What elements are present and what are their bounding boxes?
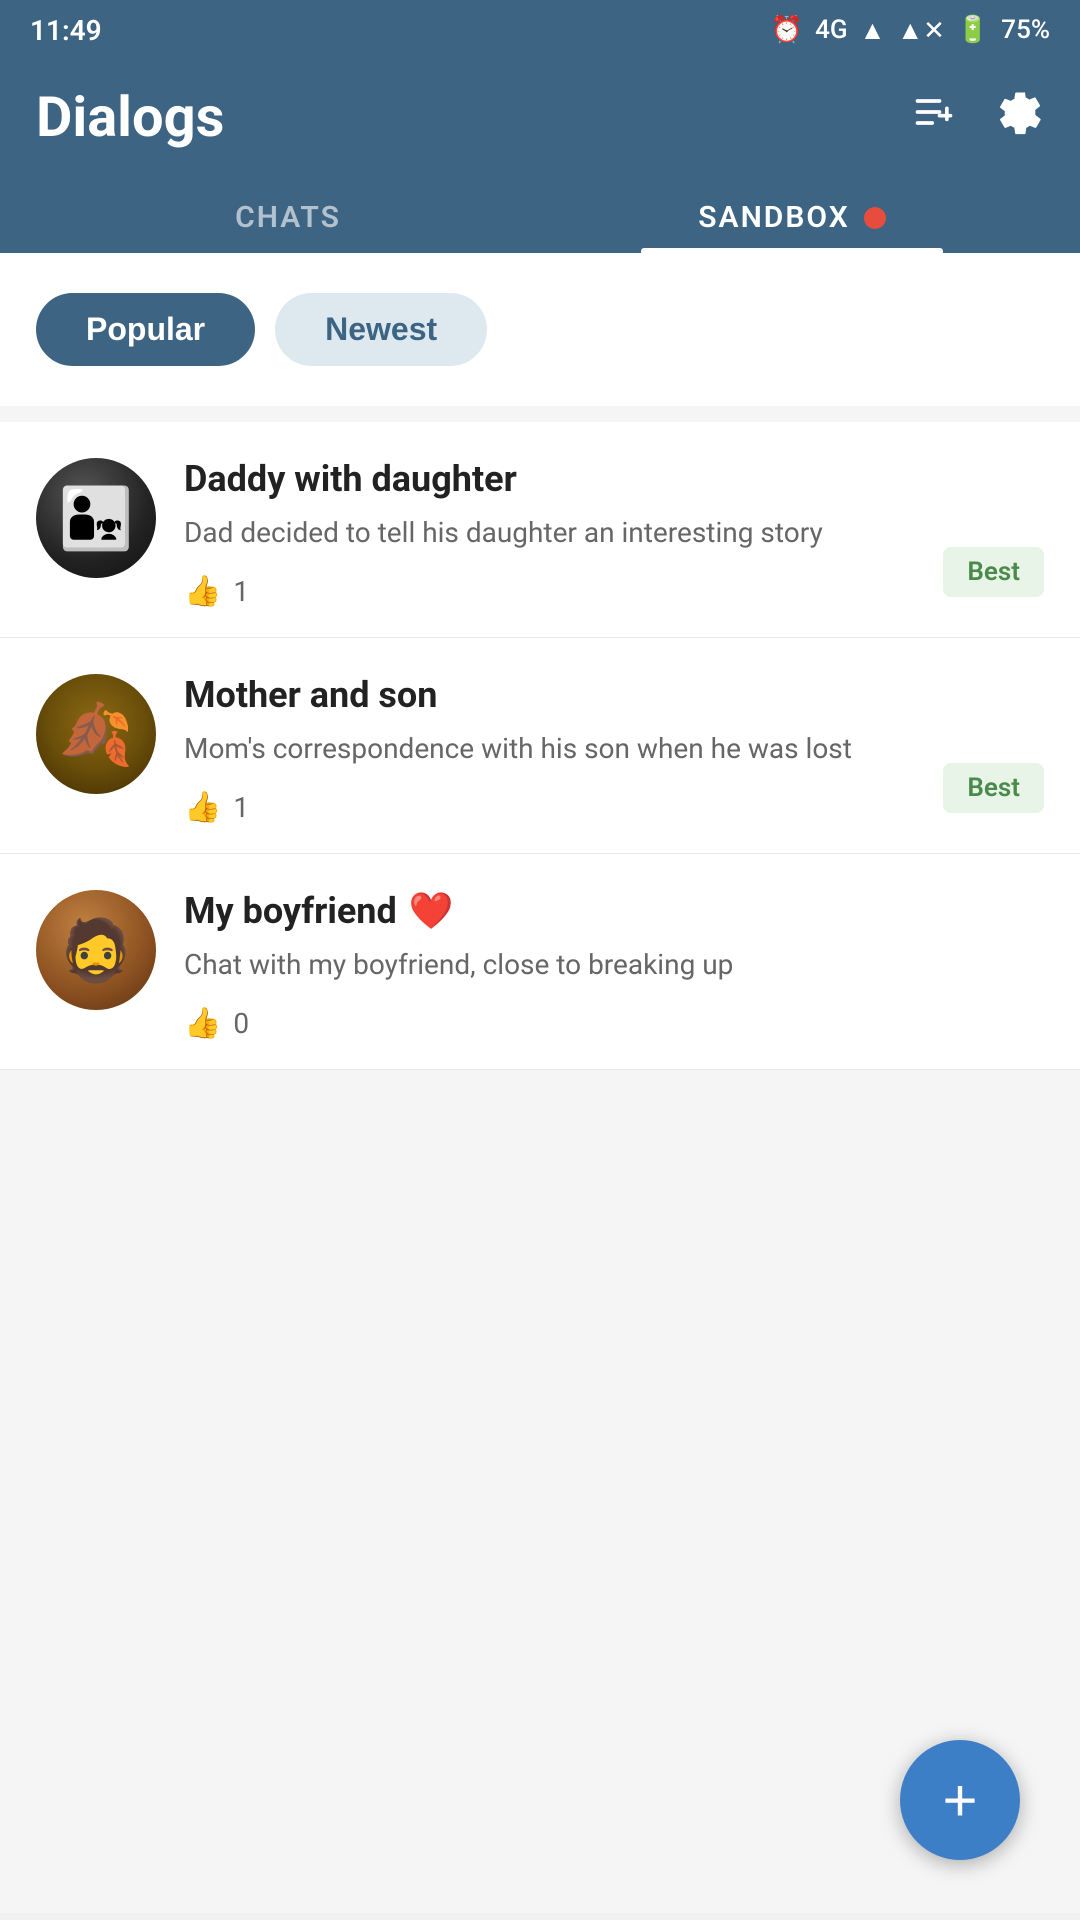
chat-info: Daddy with daughter Dad decided to tell …	[184, 458, 1044, 609]
header: Dialogs CHATS	[0, 60, 1080, 253]
avatar	[36, 458, 156, 578]
like-icon: 👍	[184, 574, 221, 609]
tabs: CHATS SANDBOX	[36, 180, 1044, 253]
like-icon: 👍	[184, 790, 221, 825]
header-actions	[912, 86, 1044, 148]
sandbox-notification-dot	[864, 207, 886, 229]
filter-newest-button[interactable]: Newest	[275, 293, 487, 366]
status-bar: 11:49 ⏰ 4G ▲ ▲✕ 🔋 75%	[0, 0, 1080, 60]
best-badge: Best	[943, 547, 1044, 597]
chat-name: Mother and son	[184, 674, 1044, 716]
like-count: 1	[233, 575, 249, 608]
list-item[interactable]: Daddy with daughter Dad decided to tell …	[0, 422, 1080, 638]
tab-sandbox[interactable]: SANDBOX	[540, 180, 1044, 253]
add-list-icon	[912, 90, 956, 134]
chat-meta: 👍 1	[184, 790, 1044, 825]
chat-meta: 👍 0	[184, 1006, 1044, 1041]
network-label: 4G	[815, 15, 848, 45]
tab-chats[interactable]: CHATS	[36, 180, 540, 253]
list-item[interactable]: My boyfriend ❤️ Chat with my boyfriend, …	[0, 854, 1080, 1070]
add-chat-fab[interactable]: +	[900, 1740, 1020, 1860]
avatar	[36, 674, 156, 794]
settings-icon	[992, 86, 1044, 138]
like-count: 0	[233, 1007, 249, 1040]
like-icon: 👍	[184, 1006, 221, 1041]
chat-list: Daddy with daughter Dad decided to tell …	[0, 422, 1080, 1070]
chat-name: My boyfriend ❤️	[184, 890, 1044, 932]
avatar	[36, 890, 156, 1010]
battery-label: 75%	[1001, 15, 1050, 45]
chat-info: My boyfriend ❤️ Chat with my boyfriend, …	[184, 890, 1044, 1041]
battery-icon: 🔋	[957, 15, 989, 45]
page-title: Dialogs	[36, 84, 224, 150]
chat-meta: 👍 1	[184, 574, 1044, 609]
add-list-button[interactable]	[912, 90, 956, 144]
signal-icon: ▲	[860, 15, 886, 46]
alarm-icon: ⏰	[771, 15, 803, 45]
settings-button[interactable]	[992, 86, 1044, 148]
chat-description: Mom's correspondence with his son when h…	[184, 728, 1044, 770]
status-indicators: ⏰ 4G ▲ ▲✕ 🔋 75%	[771, 15, 1050, 46]
filter-popular-button[interactable]: Popular	[36, 293, 255, 366]
heart-icon: ❤️	[409, 890, 454, 932]
list-item[interactable]: Mother and son Mom's correspondence with…	[0, 638, 1080, 854]
signal-x-icon: ▲✕	[897, 15, 945, 46]
chat-info: Mother and son Mom's correspondence with…	[184, 674, 1044, 825]
filter-bar: Popular Newest	[0, 253, 1080, 406]
chat-name: Daddy with daughter	[184, 458, 1044, 500]
header-top: Dialogs	[36, 84, 1044, 180]
best-badge: Best	[943, 763, 1044, 813]
content-area: Popular Newest Daddy with daughter Dad d…	[0, 253, 1080, 1913]
status-time: 11:49	[30, 14, 102, 47]
chat-description: Dad decided to tell his daughter an inte…	[184, 512, 1044, 554]
sandbox-tab-content: SANDBOX	[540, 200, 1044, 235]
chat-description: Chat with my boyfriend, close to breakin…	[184, 944, 1044, 986]
like-count: 1	[233, 791, 249, 824]
